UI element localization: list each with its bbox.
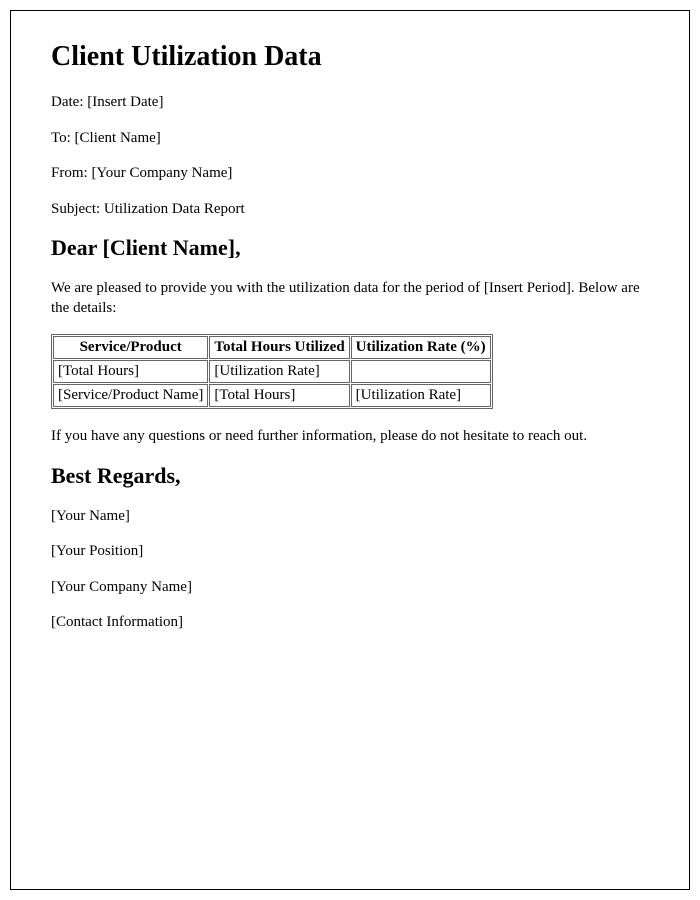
intro-paragraph: We are pleased to provide you with the u… — [51, 279, 649, 318]
subject-label: Subject: — [51, 201, 104, 217]
signature-contact: [Contact Information] — [51, 613, 649, 633]
signature-position: [Your Position] — [51, 542, 649, 562]
table-row: [Total Hours] [Utilization Rate] — [53, 360, 491, 383]
date-label: Date: — [51, 94, 87, 110]
table-cell — [351, 360, 491, 383]
subject-value: Utilization Data Report — [104, 201, 245, 217]
to-label: To: — [51, 130, 75, 146]
closing-paragraph: If you have any questions or need furthe… — [51, 427, 649, 447]
table-header-service: Service/Product — [53, 336, 208, 359]
table-header-hours: Total Hours Utilized — [209, 336, 349, 359]
to-line: To: [Client Name] — [51, 129, 649, 149]
salutation: Dear [Client Name], — [51, 235, 649, 261]
from-label: From: — [51, 165, 91, 181]
from-value: [Your Company Name] — [91, 165, 232, 181]
signature-name: [Your Name] — [51, 507, 649, 527]
table-cell: [Total Hours] — [209, 384, 349, 407]
table-cell: [Utilization Rate] — [209, 360, 349, 383]
table-row: [Service/Product Name] [Total Hours] [Ut… — [53, 384, 491, 407]
subject-line: Subject: Utilization Data Report — [51, 200, 649, 220]
from-line: From: [Your Company Name] — [51, 164, 649, 184]
table-cell: [Total Hours] — [53, 360, 208, 383]
table-cell: [Utilization Rate] — [351, 384, 491, 407]
document-container: Client Utilization Data Date: [Insert Da… — [10, 10, 690, 890]
page-title: Client Utilization Data — [51, 41, 649, 73]
table-cell: [Service/Product Name] — [53, 384, 208, 407]
table-header-row: Service/Product Total Hours Utilized Uti… — [53, 336, 491, 359]
table-header-rate: Utilization Rate (%) — [351, 336, 491, 359]
date-value: [Insert Date] — [87, 94, 163, 110]
to-value: [Client Name] — [75, 130, 161, 146]
date-line: Date: [Insert Date] — [51, 93, 649, 113]
signoff: Best Regards, — [51, 463, 649, 489]
utilization-table: Service/Product Total Hours Utilized Uti… — [51, 334, 493, 409]
signature-company: [Your Company Name] — [51, 578, 649, 598]
